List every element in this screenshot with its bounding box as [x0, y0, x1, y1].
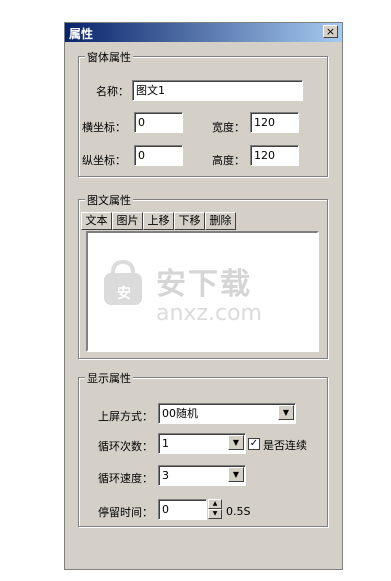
watermark-en: anxz.com [156, 301, 262, 326]
close-button[interactable]: × [323, 25, 338, 38]
y-coordinate-label: 纵坐标： [82, 154, 126, 167]
image-text-list[interactable]: 安 安下载 anxz.com [86, 231, 319, 352]
width-label: 宽度： [212, 121, 245, 134]
window-title: 属性 [69, 27, 94, 41]
watermark-cn: 安下载 [156, 267, 252, 302]
stay-time-input[interactable]: 0 [158, 499, 207, 520]
mode-label: 上屏方式： [98, 410, 153, 423]
stay-time-label: 停留时间： [98, 506, 153, 519]
delete-button[interactable]: 删除 [205, 212, 236, 230]
loop-count-label: 循环次数： [98, 440, 153, 453]
stay-time-unit: 0.5S [226, 505, 251, 518]
x-coordinate-label: 横坐标： [82, 121, 126, 134]
x-coordinate-input[interactable]: 0 [134, 112, 183, 133]
chevron-down-icon[interactable]: ▼ [278, 405, 294, 420]
move-down-button[interactable]: 下移 [174, 212, 205, 230]
height-input[interactable]: 120 [250, 145, 299, 166]
display-properties-title: 显示属性 [85, 370, 133, 386]
mode-value: 00随机 [162, 407, 198, 420]
loop-speed-select[interactable]: 3 ▼ [158, 465, 246, 486]
continuous-checkbox[interactable]: ✓ [248, 438, 260, 450]
watermark-badge: 安 [117, 286, 131, 302]
width-input[interactable]: 120 [250, 112, 299, 133]
name-input[interactable]: 图文1 [132, 80, 303, 101]
move-up-button[interactable]: 上移 [143, 212, 174, 230]
height-label: 高度： [212, 154, 245, 167]
spin-down-icon[interactable]: ▼ [208, 509, 222, 519]
loop-speed-label: 循环速度： [98, 472, 153, 485]
watermark: 安 安下载 anxz.com [88, 233, 317, 350]
loop-count-select[interactable]: 1 ▼ [158, 433, 246, 454]
properties-window: 属性 × 窗体属性 名称： 图文1 横坐标： 0 宽度： 120 纵坐标： 0 … [64, 22, 343, 570]
image-text-properties-title: 图文属性 [85, 192, 133, 208]
title-bar[interactable]: 属性 × [65, 23, 342, 42]
mode-select[interactable]: 00随机 ▼ [158, 403, 296, 424]
form-properties-title: 窗体属性 [85, 49, 133, 65]
name-label: 名称： [96, 85, 129, 98]
chevron-down-icon[interactable]: ▼ [228, 467, 244, 482]
stay-time-spinner[interactable]: ▲ ▼ [208, 499, 222, 520]
image-button[interactable]: 图片 [112, 212, 143, 230]
spin-up-icon[interactable]: ▲ [208, 499, 222, 509]
y-coordinate-input[interactable]: 0 [134, 145, 183, 166]
loop-count-value: 1 [162, 437, 169, 450]
continuous-label: 是否连续 [263, 439, 307, 452]
close-icon: × [325, 25, 336, 38]
chevron-down-icon[interactable]: ▼ [228, 435, 244, 450]
loop-speed-value: 3 [162, 469, 169, 482]
text-button[interactable]: 文本 [81, 212, 112, 230]
